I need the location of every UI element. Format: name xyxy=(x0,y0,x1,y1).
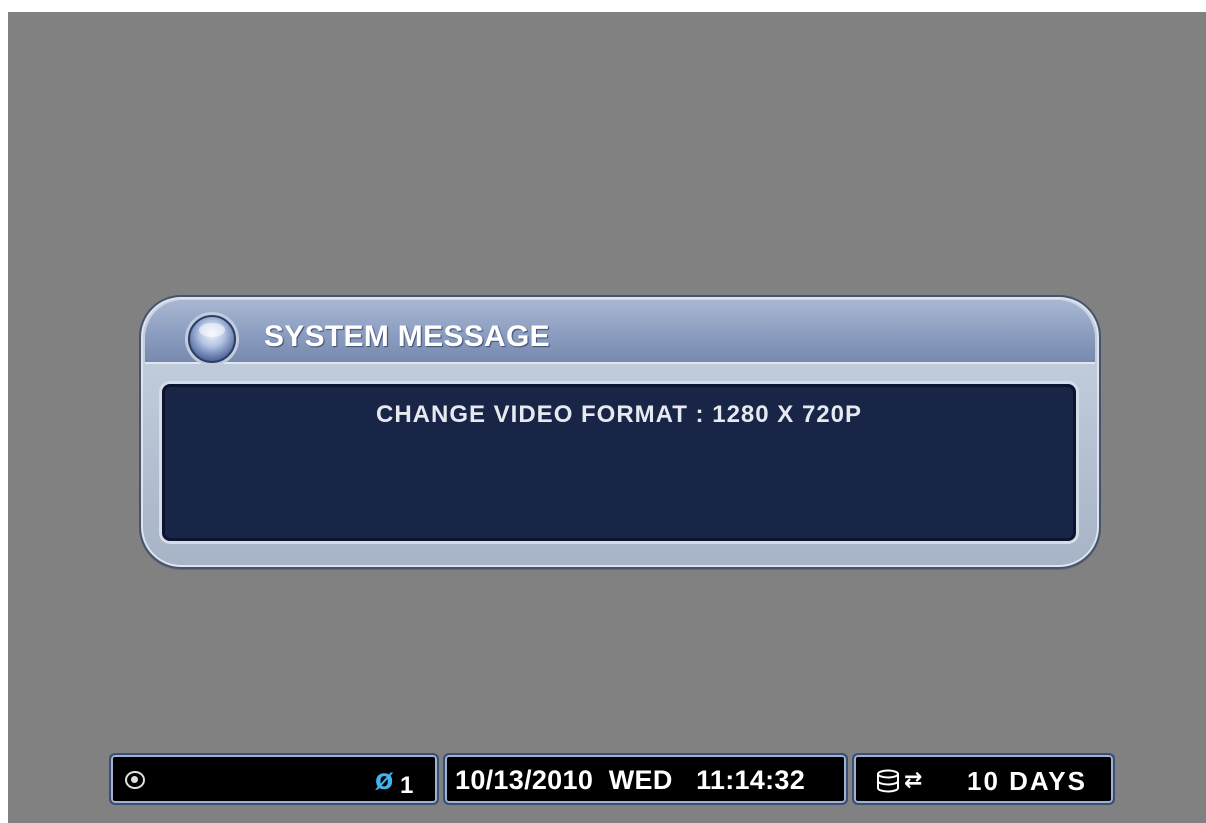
datetime-display: 10/13/2010 WED 11:14:32 xyxy=(455,765,805,796)
camera-off-icon: ø xyxy=(375,763,394,796)
hdd-icon xyxy=(877,769,899,793)
orb-icon xyxy=(188,315,236,363)
camera-status-panel: ø 1 xyxy=(109,753,439,805)
day-text: WED xyxy=(608,765,673,795)
dialog-message: CHANGE VIDEO FORMAT : 1280 X 720P xyxy=(376,401,862,428)
dialog-header: SYSTEM MESSAGE xyxy=(145,300,1095,364)
eye-icon xyxy=(125,771,145,789)
recycle-icon: ⇄ xyxy=(904,767,923,792)
system-message-dialog: SYSTEM MESSAGE CHANGE VIDEO FORMAT : 128… xyxy=(139,295,1101,569)
dialog-body: CHANGE VIDEO FORMAT : 1280 X 720P xyxy=(162,384,1076,541)
time-text: 11:14:32 xyxy=(696,765,806,795)
camera-number: 1 xyxy=(400,772,414,799)
disk-status-panel: ⇄ 10 DAYS xyxy=(852,753,1115,805)
disk-days-remaining: 10 DAYS xyxy=(967,766,1087,796)
date-text: 10/13/2010 xyxy=(455,765,594,795)
dialog-title: SYSTEM MESSAGE xyxy=(264,320,550,353)
clock-panel: 10/13/2010 WED 11:14:32 xyxy=(443,753,848,805)
dvr-screen: SYSTEM MESSAGE CHANGE VIDEO FORMAT : 128… xyxy=(8,12,1206,823)
